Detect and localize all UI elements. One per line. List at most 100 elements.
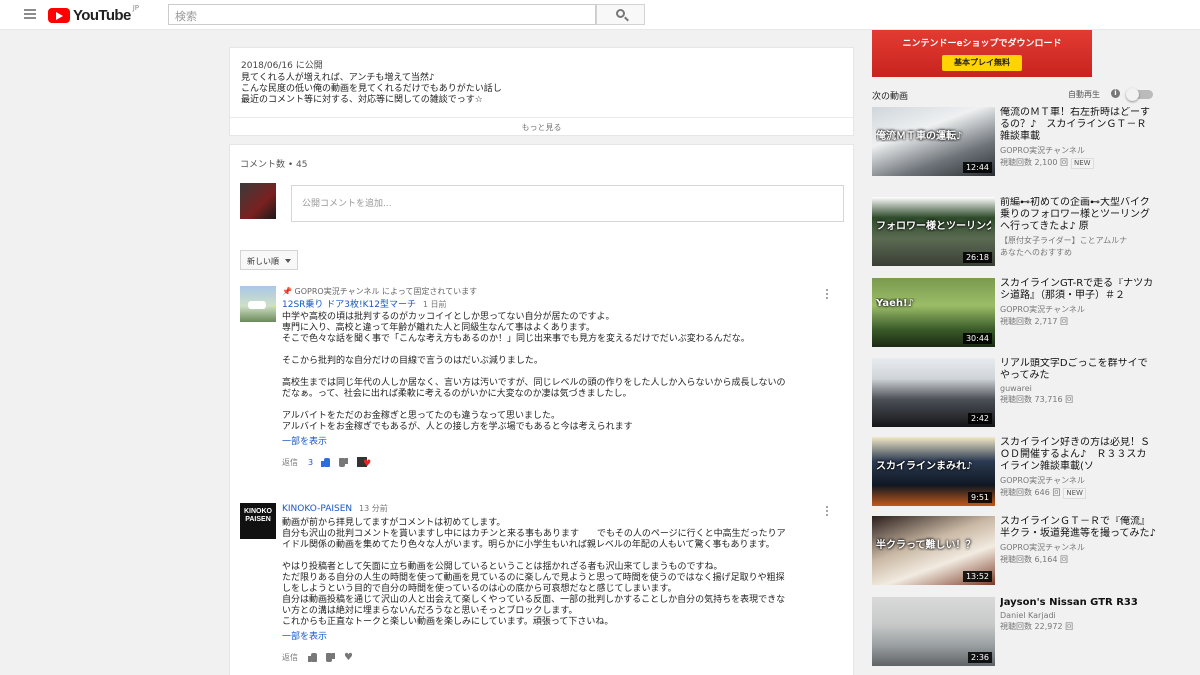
video-title[interactable]: スカイライン好きの方は必見！ＳＯＤ開催するよん♪ Ｒ３３スカイライン雑談車載(ソ xyxy=(1000,437,1156,473)
related-video[interactable]: フォロワー様とツーリング 26:18 前編⊷初めての企画⊷大型バイク乗りのフォロ… xyxy=(872,197,1162,269)
comment-line: 自分は動画投稿を通じて沢山の人と出会えて楽しくやっている反面、一部の批判しかする… xyxy=(282,595,786,605)
comment-line: やはり投稿者として矢面に立ち動画を公開しているということは揺かれざる者も沢山来て… xyxy=(282,562,723,572)
video-info: スカイラインＧＴ－Ｒで『俺流』半クラ・坂道発進等を撮ってみた♪ GOPRO実況チ… xyxy=(1000,516,1156,565)
related-video[interactable]: 俺流ＭＴ車の運転♪ 12:44 俺流のＭＴ車！右左折時はどーするの？♪ スカイラ… xyxy=(872,107,1162,179)
heart-icon[interactable]: ♥ xyxy=(344,652,353,663)
reply-button[interactable]: 返信 xyxy=(282,457,298,468)
video-thumbnail[interactable]: 2:36 xyxy=(872,597,995,666)
avatar xyxy=(240,183,276,219)
reply-count[interactable]: 3 xyxy=(308,458,313,467)
comment-author[interactable]: 12SR乗り ドア3枚!K12型マーチ xyxy=(282,300,416,310)
video-thumbnail[interactable]: 半クラって難しい！？ 13:52 xyxy=(872,516,995,585)
comment-time[interactable]: 1 日前 xyxy=(423,300,447,309)
like-icon[interactable] xyxy=(308,652,317,662)
comment-time[interactable]: 13 分前 xyxy=(359,504,388,513)
read-more-link[interactable]: 一部を表示 xyxy=(282,434,830,447)
video-thumbnail[interactable]: Yaeh!♪ 30:44 xyxy=(872,278,995,347)
video-views: 視聴回数 646 回 NEW xyxy=(1000,487,1156,499)
video-info: スカイラインGT-Rで走る『ナツカシ道路』（那須・甲子）＃２ GOPRO実況チャ… xyxy=(1000,278,1156,327)
comment-line: しをしようという目的で自分の時間を使っているのは心の底から可哀想だなと感じてしま… xyxy=(282,584,677,594)
comment-text: 中学や高校の頃は批判するのがカッコイイとしか思ってない自分が居たのですよ。 専門… xyxy=(282,312,830,433)
youtube-play-icon xyxy=(48,7,70,23)
dislike-icon[interactable] xyxy=(339,458,348,467)
video-thumbnail[interactable]: スカイラインまみれ♪ 9:51 xyxy=(872,437,995,506)
thumbnail-caption: スカイラインまみれ♪ xyxy=(876,461,973,472)
publish-date: 2018/06/16 に公開 xyxy=(241,61,323,71)
video-thumbnail[interactable]: 2:42 xyxy=(872,358,995,427)
video-title[interactable]: Jayson's Nissan GTR R33 xyxy=(1000,597,1156,609)
autoplay-toggle[interactable] xyxy=(1126,88,1153,101)
video-title[interactable]: リアル頭文字Dごっこを群サイでやってみた xyxy=(1000,358,1156,382)
video-views: 視聴回数 6,164 回 xyxy=(1000,555,1068,564)
commenter-avatar[interactable]: KINOKO PAISEN xyxy=(240,503,276,539)
related-video[interactable]: スカイラインまみれ♪ 9:51 スカイライン好きの方は必見！ＳＯＤ開催するよん♪… xyxy=(872,437,1162,509)
ad-button[interactable]: 基本プレイ無料 xyxy=(942,55,1022,71)
dislike-icon[interactable] xyxy=(326,653,335,662)
description-line: こんな民度の低い俺の動画を見てくれるだけでもありがたい話し xyxy=(241,84,502,94)
show-more-button[interactable]: もっと見る xyxy=(230,122,853,133)
description-text: 見てくれる人が増えれば、アンチも増えて当然♪ こんな民度の低い俺の動画を見てくれ… xyxy=(241,73,502,106)
more-options-icon[interactable] xyxy=(825,506,829,518)
comment-count: コメント数 • 45 xyxy=(240,160,308,170)
sort-dropdown[interactable]: 新しい順 xyxy=(240,250,298,270)
video-thumbnail[interactable]: フォロワー様とツーリング 26:18 xyxy=(872,197,995,266)
comment-text: 動画が前から拝見してますがコメントは初めてします。 自分も沢山の批判コメントを貰… xyxy=(282,518,830,628)
chevron-down-icon xyxy=(285,259,291,263)
search-button[interactable] xyxy=(596,4,645,25)
commenter-avatar[interactable] xyxy=(240,286,276,322)
comment-author[interactable]: KINOKO-PAISEN xyxy=(282,504,352,514)
pin-icon: 📌 xyxy=(282,287,292,296)
comment-line: 自分も沢山の批判コメントを貰いますし中にはカチンと来る事もあります でもその人の… xyxy=(282,529,786,539)
video-channel: guwarei xyxy=(1000,384,1032,393)
youtube-logo[interactable]: YouTube JP xyxy=(48,4,140,24)
up-next-label: 次の動画 xyxy=(872,92,909,102)
pinned-label: 📌 GOPRO実況チャンネル によって固定されています xyxy=(282,286,830,297)
comment-line: イドル関係の動画を集めてたり色々な人がいます。明らかに小学生もいれば親レベルの年… xyxy=(282,540,775,550)
related-video[interactable]: Yaeh!♪ 30:44 スカイラインGT-Rで走る『ナツカシ道路』（那須・甲子… xyxy=(872,278,1162,350)
related-video[interactable]: 2:36 Jayson's Nissan GTR R33 Daniel Karj… xyxy=(872,597,1162,669)
video-title[interactable]: スカイラインGT-Rで走る『ナツカシ道路』（那須・甲子）＃２ xyxy=(1000,278,1156,302)
ad-banner[interactable]: ニンテンドーeショップでダウンロード 基本プレイ無料 xyxy=(872,30,1092,77)
new-badge: NEW xyxy=(1071,158,1094,169)
info-icon[interactable]: i xyxy=(1111,89,1120,98)
video-thumbnail[interactable]: 俺流ＭＴ車の運転♪ 12:44 xyxy=(872,107,995,176)
search-input[interactable]: 検索 xyxy=(168,4,596,25)
comment-line xyxy=(282,345,830,356)
related-video[interactable]: 半クラって難しい！？ 13:52 スカイラインＧＴ－Ｒで『俺流』半クラ・坂道発進… xyxy=(872,516,1162,588)
video-title[interactable]: 俺流のＭＴ車！右左折時はどーするの？♪ スカイラインＧＴ－Ｒ雑談車載 xyxy=(1000,107,1156,143)
add-comment-input[interactable]: 公開コメントを追加... xyxy=(291,185,844,222)
video-duration: 2:42 xyxy=(968,413,992,424)
comment-line: アルバイトをただのお金稼ぎと思ってたのも違うなって思いました。 xyxy=(282,411,561,421)
more-options-icon[interactable] xyxy=(825,289,829,301)
comments-section: コメント数 • 45 公開コメントを追加... 新しい順 📌 GOPRO実況チャ… xyxy=(229,144,854,675)
related-video[interactable]: 2:42 リアル頭文字Dごっこを群サイでやってみた guwarei 視聴回数 7… xyxy=(872,358,1162,430)
comment-body: 📌 GOPRO実況チャンネル によって固定されています 12SR乗り ドア3枚!… xyxy=(282,286,830,469)
video-views: 視聴回数 22,972 回 xyxy=(1000,622,1074,631)
comment-body: KINOKO-PAISEN 13 分前 動画が前から拝見してますがコメントは初め… xyxy=(282,503,830,664)
read-more-link[interactable]: 一部を表示 xyxy=(282,629,830,642)
masthead: YouTube JP 検索 xyxy=(0,0,1200,30)
video-views: 視聴回数 2,717 回 xyxy=(1000,317,1068,326)
video-duration: 30:44 xyxy=(962,333,992,344)
video-duration: 26:18 xyxy=(962,252,992,263)
menu-icon[interactable] xyxy=(24,9,36,19)
like-icon[interactable] xyxy=(321,457,331,467)
view-count: 視聴回数 2,100 回 xyxy=(1000,158,1068,167)
comment-line: そこで色々な話を聞く事で「こんな考え方もあるのか！」同じ出来事でも見方を変えるだ… xyxy=(282,334,750,344)
description-card: 2018/06/16 に公開 見てくれる人が増えれば、アンチも増えて当然♪ こん… xyxy=(229,47,854,136)
logo-region: JP xyxy=(132,4,140,12)
video-info: 俺流のＭＴ車！右左折時はどーするの？♪ スカイラインＧＴ－Ｒ雑談車載 GOPRO… xyxy=(1000,107,1156,169)
video-views: あなたへのおすすめ xyxy=(1000,248,1072,257)
comment-line: い方との溝は絶対に埋まらないんだろうなと思いそっとブロックします。 xyxy=(282,606,578,616)
video-title[interactable]: 前編⊷初めての企画⊷大型バイク乗りのフォロワー様とツーリングへ行ってきたよ♪ 原 xyxy=(1000,197,1156,233)
video-duration: 2:36 xyxy=(968,652,992,663)
video-channel: 【原付女子ライダー】ことアムルナ xyxy=(1000,236,1128,245)
comment-line: そこから批判的な自分だけの目線で言うのはだいぶ減りました。 xyxy=(282,356,543,366)
video-info: リアル頭文字Dごっこを群サイでやってみた guwarei 視聴回数 73,716… xyxy=(1000,358,1156,405)
video-title[interactable]: スカイラインＧＴ－Ｒで『俺流』半クラ・坂道発進等を撮ってみた♪ xyxy=(1000,516,1156,540)
creator-heart-icon xyxy=(357,457,371,469)
comment-line: だなぁ。って、社会に出れば柔軟に考えるのがいかに大変なのか凄は気づきましたし。 xyxy=(282,389,632,399)
search-icon xyxy=(616,9,625,18)
reply-button[interactable]: 返信 xyxy=(282,652,298,663)
sort-label: 新しい順 xyxy=(247,257,279,266)
